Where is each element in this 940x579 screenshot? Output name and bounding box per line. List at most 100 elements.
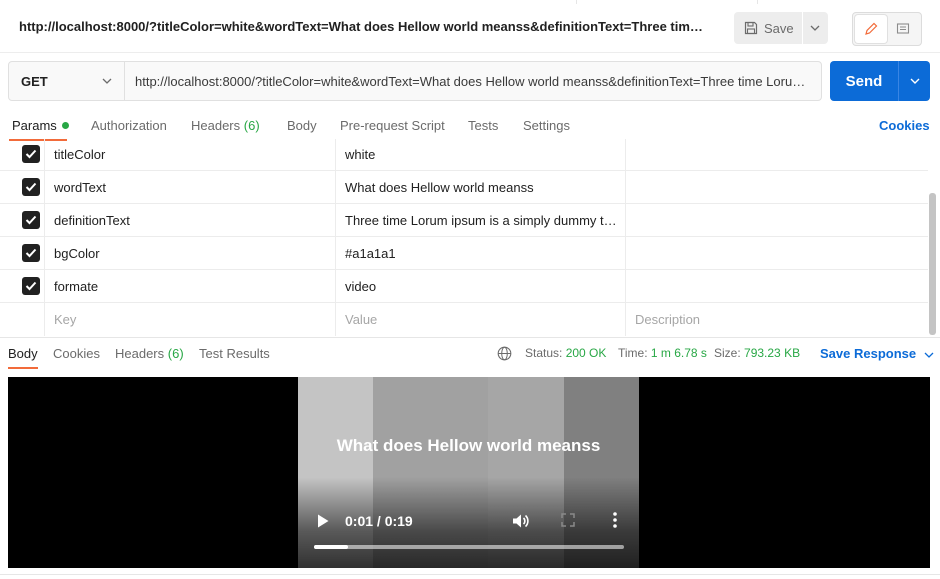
request-tabs: Params Authorization Headers (6) Body Pr… [0, 110, 940, 142]
video-progress-fill [314, 545, 349, 549]
params-table: titleColor white wordText What does Hell… [0, 139, 928, 336]
pencil-icon [865, 22, 878, 35]
chevron-down-icon [102, 78, 112, 84]
request-name[interactable]: http://localhost:8000/?titleColor=white&… [19, 19, 709, 34]
response-tab-underline [8, 367, 38, 369]
checkmark-icon [25, 215, 37, 225]
request-url-bar: GET http://localhost:8000/?titleColor=wh… [8, 61, 822, 101]
new-param-row: Key Value Description [0, 303, 928, 336]
volume-icon[interactable] [511, 512, 529, 530]
row-checkbox[interactable] [22, 277, 40, 295]
save-button[interactable]: Save [734, 12, 802, 44]
response-bar: Body Cookies Headers (6) Test Results St… [0, 338, 940, 372]
param-key[interactable]: definitionText [54, 213, 130, 228]
param-key[interactable]: formate [54, 279, 98, 294]
fullscreen-icon[interactable] [561, 513, 575, 527]
view-mode-toggle [852, 12, 922, 46]
checkmark-icon [25, 182, 37, 192]
param-value[interactable]: #a1a1a1 [345, 246, 620, 261]
checkmark-icon [25, 149, 37, 159]
size-label: Size: [714, 346, 741, 360]
param-key[interactable]: wordText [54, 180, 106, 195]
tab-authorization[interactable]: Authorization [91, 118, 167, 133]
tab-headers-count: (6) [243, 118, 260, 133]
bottom-divider [0, 574, 940, 575]
table-row: wordText What does Hellow world meanss [0, 171, 928, 204]
response-time[interactable]: Time: 1 m 6.78 s [618, 346, 707, 360]
tab-headers-label: Headers [191, 118, 241, 133]
request-title-bar: http://localhost:8000/?titleColor=white&… [0, 4, 940, 53]
save-options-button[interactable] [803, 12, 828, 44]
tab-response-headers-count: (6) [167, 346, 184, 361]
video-player[interactable]: What does Hellow world meanss 0:01 / 0:1… [8, 377, 930, 568]
time-value: 1 m 6.78 s [650, 346, 707, 360]
checkmark-icon [25, 248, 37, 258]
video-time: 0:01 / 0:19 [345, 513, 413, 529]
tab-body[interactable]: Body [287, 118, 317, 133]
url-text: http://localhost:8000/?titleColor=white&… [135, 73, 811, 89]
globe-icon[interactable] [497, 346, 512, 361]
value-input[interactable]: Value [345, 312, 620, 327]
params-scrollbar[interactable] [929, 143, 936, 335]
table-row: formate video [0, 270, 928, 303]
checkmark-icon [25, 281, 37, 291]
tab-test-results[interactable]: Test Results [199, 346, 270, 361]
status-value: 200 OK [565, 346, 607, 360]
save-response-button[interactable]: Save Response [820, 346, 934, 361]
chevron-down-icon [810, 25, 820, 31]
tab-response-headers-label: Headers [115, 346, 165, 361]
row-checkbox[interactable] [22, 145, 40, 163]
tab-params-label: Params [12, 118, 57, 133]
more-options-icon[interactable] [612, 511, 618, 529]
play-icon[interactable] [316, 513, 330, 529]
method-label: GET [21, 73, 48, 89]
tab-settings[interactable]: Settings [523, 118, 570, 133]
tab-response-body[interactable]: Body [8, 346, 38, 361]
save-icon [744, 21, 758, 35]
video-title-text: What does Hellow world meanss [336, 436, 601, 455]
table-row: definitionText Three time Lorum ipsum is… [0, 204, 928, 237]
table-row: titleColor white [0, 139, 928, 172]
description-input[interactable]: Description [635, 312, 700, 327]
param-key[interactable]: bgColor [54, 246, 100, 261]
save-group: Save [734, 12, 828, 44]
tab-tests[interactable]: Tests [468, 118, 498, 133]
time-label: Time: [618, 346, 648, 360]
table-row: bgColor #a1a1a1 [0, 237, 928, 270]
size-value: 793.23 KB [744, 346, 801, 360]
row-checkbox[interactable] [22, 211, 40, 229]
params-active-dot [61, 122, 69, 129]
param-value[interactable]: Three time Lorum ipsum is a simply dummy… [345, 213, 620, 228]
chevron-down-icon [924, 352, 934, 358]
scrollbar-thumb[interactable] [929, 193, 936, 335]
row-checkbox[interactable] [22, 244, 40, 262]
param-key[interactable]: titleColor [54, 147, 105, 162]
param-value[interactable]: white [345, 147, 620, 162]
send-button[interactable]: Send [830, 61, 898, 101]
send-options-button[interactable] [899, 61, 930, 101]
video-progress-bar[interactable] [314, 545, 624, 549]
tab-response-headers[interactable]: Headers (6) [115, 346, 184, 361]
url-input[interactable]: http://localhost:8000/?titleColor=white&… [125, 62, 821, 100]
response-status[interactable]: Status: 200 OK [525, 346, 606, 360]
comment-icon [896, 23, 910, 34]
param-value[interactable]: video [345, 279, 620, 294]
cookies-link[interactable]: Cookies [879, 118, 930, 133]
param-value[interactable]: What does Hellow world meanss [345, 180, 620, 195]
comments-button[interactable] [887, 15, 919, 43]
video-frame: What does Hellow world meanss 0:01 / 0:1… [298, 377, 639, 568]
tab-response-cookies[interactable]: Cookies [53, 346, 100, 361]
save-response-label: Save Response [820, 346, 917, 361]
status-label: Status: [525, 346, 563, 360]
tab-params[interactable]: Params [12, 118, 69, 133]
response-size[interactable]: Size: 793.23 KB [714, 346, 800, 360]
tab-pre-request-script[interactable]: Pre-request Script [340, 118, 445, 133]
method-select[interactable]: GET [9, 62, 125, 100]
tab-headers[interactable]: Headers (6) [191, 118, 260, 133]
chevron-down-icon [910, 78, 919, 84]
send-group: Send [830, 61, 930, 101]
save-label: Save [764, 20, 794, 36]
edit-mode-button[interactable] [855, 15, 887, 43]
key-input[interactable]: Key [54, 312, 76, 327]
row-checkbox[interactable] [22, 178, 40, 196]
